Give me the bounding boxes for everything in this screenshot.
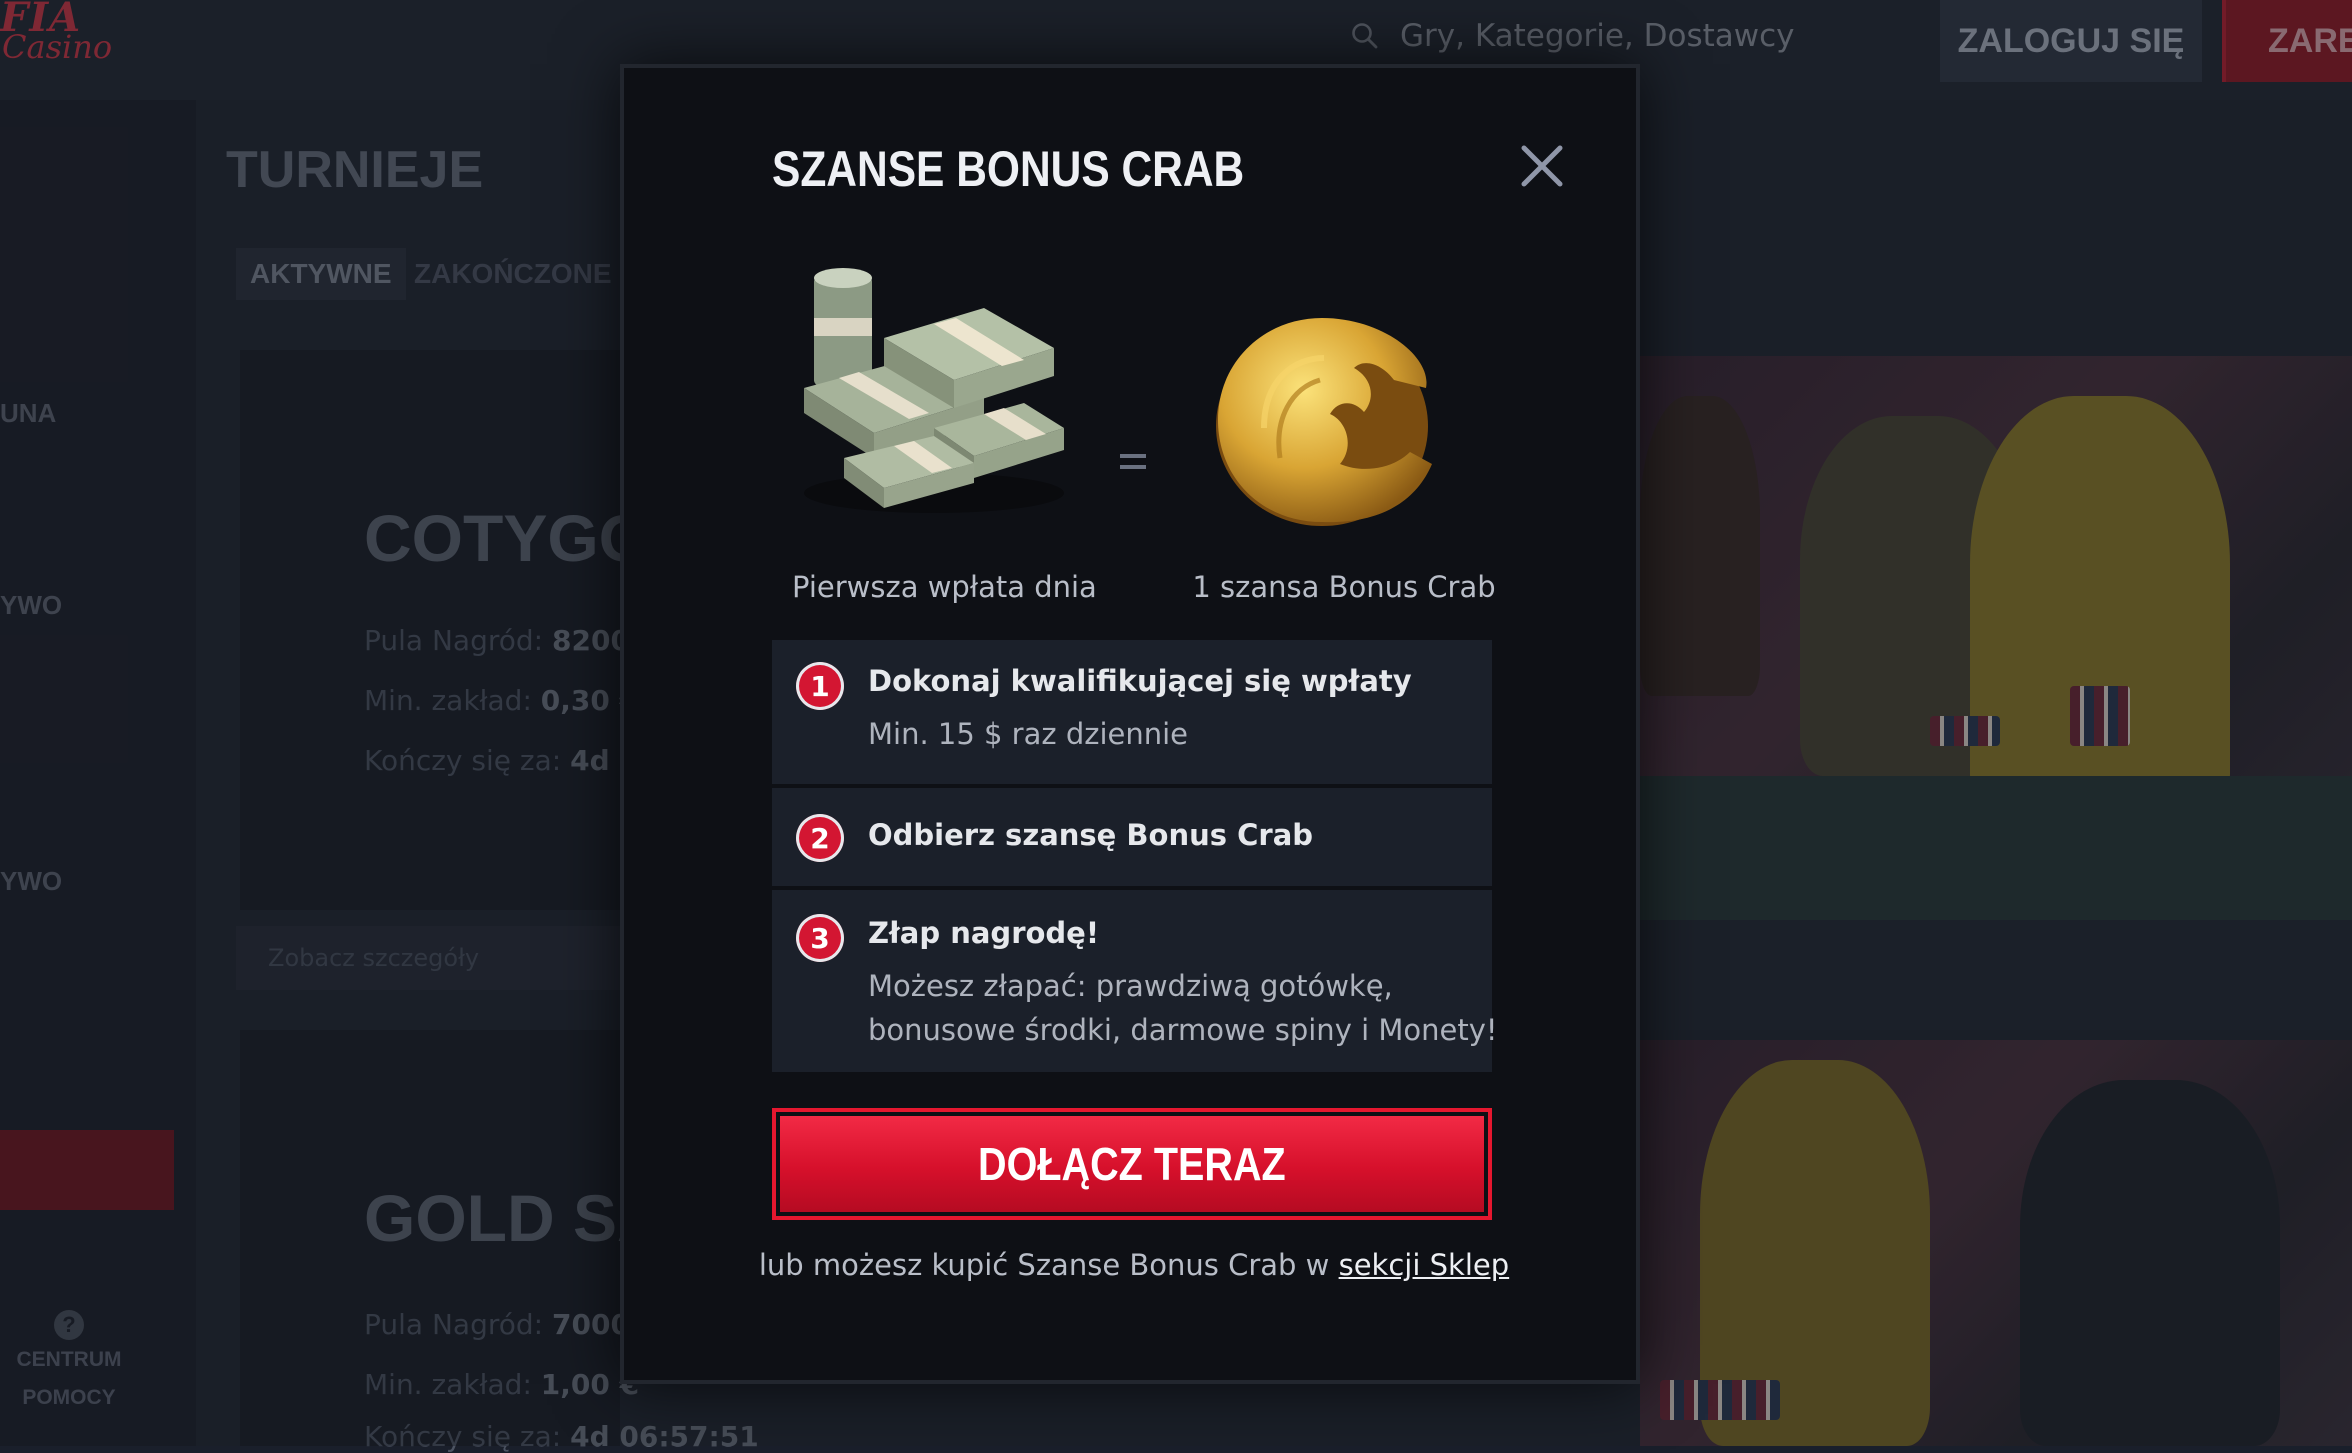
step-number-badge: 2: [796, 814, 844, 862]
step-title: Złap nagrodę!: [868, 916, 1099, 950]
shop-note: lub możesz kupić Szanse Bonus Crab w sek…: [684, 1248, 1584, 1282]
bonus-crab-modal: SZANSE BONUS CRAB: [620, 64, 1640, 1384]
step-title: Dokonaj kwalifikującej się wpłaty: [868, 664, 1412, 698]
caption-first-deposit: Pierwsza wpłata dnia: [792, 570, 1092, 604]
shop-section-link[interactable]: sekcji Sklep: [1339, 1248, 1510, 1282]
equals-icon: [1120, 454, 1146, 476]
step-number-badge: 3: [796, 914, 844, 962]
step-item: 1 Dokonaj kwalifikującej się wpłaty Min.…: [772, 640, 1492, 788]
cash-stack-icon: [784, 268, 1074, 528]
shop-note-text: lub możesz kupić Szanse Bonus Crab w: [759, 1248, 1339, 1282]
step-item: 3 Złap nagrodę! Możesz złapać: prawdziwą…: [772, 890, 1492, 1076]
close-icon[interactable]: [1514, 138, 1570, 194]
step-title: Odbierz szansę Bonus Crab: [868, 818, 1313, 852]
join-now-button-body: DOŁĄCZ TERAZ: [780, 1116, 1484, 1212]
join-now-button[interactable]: DOŁĄCZ TERAZ: [772, 1108, 1492, 1220]
step-number-badge: 1: [796, 662, 844, 710]
crab-coin-icon: [1204, 288, 1444, 548]
step-description: Możesz złapać: prawdziwą gotówkę,: [868, 964, 1393, 1008]
join-now-label: DOŁĄCZ TERAZ: [978, 1137, 1286, 1191]
modal-title: SZANSE BONUS CRAB: [772, 140, 1244, 198]
caption-bonus-chance: 1 szansa Bonus Crab: [1179, 570, 1509, 604]
steps-list: 1 Dokonaj kwalifikującej się wpłaty Min.…: [772, 640, 1492, 1076]
step-description: Min. 15 $ raz dziennie: [868, 712, 1188, 756]
step-description: bonusowe środki, darmowe spiny i Monety!: [868, 1008, 1498, 1052]
step-item: 2 Odbierz szansę Bonus Crab: [772, 788, 1492, 890]
